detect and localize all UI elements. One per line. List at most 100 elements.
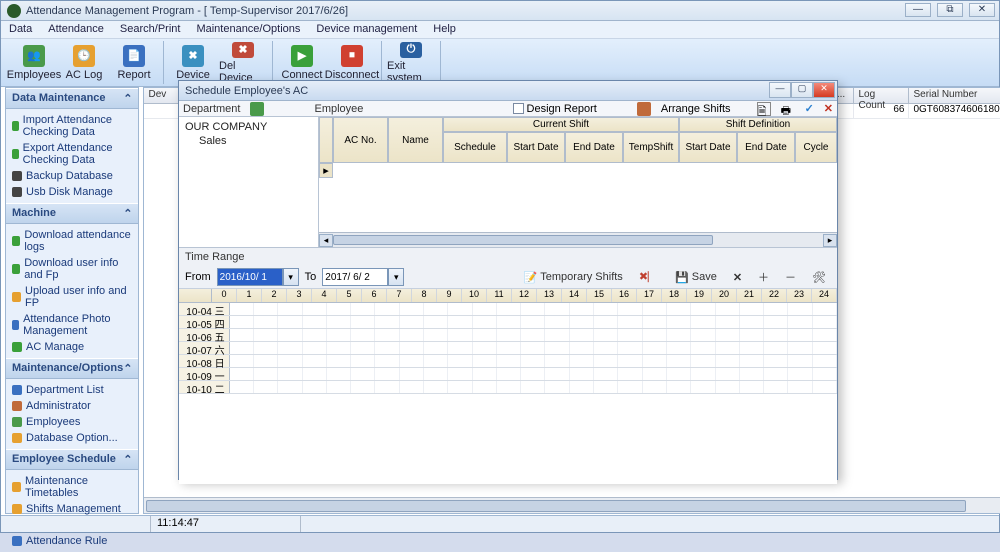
time-cell[interactable] — [351, 303, 375, 315]
side-head-machine[interactable]: Machine⌃ — [6, 203, 138, 224]
employees-button[interactable]: 👥Employees — [9, 41, 59, 85]
col-start-date[interactable]: Start Date — [507, 132, 565, 163]
time-cell[interactable] — [473, 316, 497, 328]
time-cell[interactable] — [303, 342, 327, 354]
time-cell[interactable] — [618, 303, 642, 315]
dialog-maximize-button[interactable]: ▢ — [791, 82, 813, 98]
tree-node-child[interactable]: Sales — [185, 134, 312, 148]
time-cell[interactable] — [813, 316, 837, 328]
time-cell[interactable] — [667, 355, 691, 367]
settings-button[interactable]: 🛠 — [807, 268, 831, 286]
time-cell[interactable] — [448, 355, 472, 367]
time-cell[interactable] — [594, 329, 618, 341]
time-cell[interactable] — [716, 329, 740, 341]
menu-attendance[interactable]: Attendance — [48, 23, 104, 36]
delete-button[interactable]: ✕ — [728, 268, 747, 286]
time-cell[interactable] — [643, 368, 667, 380]
time-cell[interactable] — [570, 329, 594, 341]
time-cell[interactable] — [278, 355, 302, 367]
save-button[interactable]: 💾Save — [670, 268, 722, 286]
time-cell[interactable] — [691, 342, 715, 354]
col-current-shift[interactable]: Current Shift — [443, 117, 679, 132]
time-cell[interactable] — [254, 329, 278, 341]
temporary-shifts-button[interactable]: 📝Temporary Shifts — [519, 268, 628, 286]
time-row[interactable]: 10-09 一 — [179, 368, 837, 381]
time-cell[interactable] — [667, 303, 691, 315]
from-date-dropdown[interactable]: ▾ — [283, 268, 299, 286]
time-cell[interactable] — [813, 368, 837, 380]
time-cell[interactable] — [618, 316, 642, 328]
col-acno[interactable]: AC No. — [333, 117, 388, 163]
time-cell[interactable] — [303, 355, 327, 367]
sidebar-item[interactable]: Administrator — [10, 398, 134, 414]
report-button[interactable]: 📄Report — [109, 41, 159, 85]
col-schedule[interactable]: Schedule — [443, 132, 507, 163]
col-start-date2[interactable]: Start Date — [679, 132, 737, 163]
time-cell[interactable] — [643, 303, 667, 315]
time-cell[interactable] — [788, 355, 812, 367]
time-cell[interactable] — [424, 316, 448, 328]
time-cell[interactable] — [643, 316, 667, 328]
time-cell[interactable] — [521, 316, 545, 328]
time-cell[interactable] — [278, 303, 302, 315]
time-cell[interactable] — [521, 303, 545, 315]
time-cell[interactable] — [813, 342, 837, 354]
col-header[interactable]: Serial Number — [909, 88, 1000, 103]
time-cell[interactable] — [643, 355, 667, 367]
time-cell[interactable] — [691, 355, 715, 367]
time-cell[interactable] — [667, 329, 691, 341]
time-cell[interactable] — [473, 381, 497, 393]
time-cell[interactable] — [303, 368, 327, 380]
time-cell[interactable] — [473, 329, 497, 341]
time-cell[interactable] — [813, 303, 837, 315]
time-cell[interactable] — [230, 342, 254, 354]
sidebar-item[interactable]: Attendance Rule — [10, 533, 134, 549]
time-cell[interactable] — [618, 329, 642, 341]
col-name[interactable]: Name — [388, 117, 443, 163]
time-cell[interactable] — [691, 329, 715, 341]
time-cell[interactable] — [424, 303, 448, 315]
minimize-button[interactable]: — — [905, 3, 931, 17]
time-cell[interactable] — [545, 381, 569, 393]
time-cell[interactable] — [327, 316, 351, 328]
time-cell[interactable] — [303, 329, 327, 341]
time-cell[interactable] — [400, 329, 424, 341]
time-cell[interactable] — [375, 342, 399, 354]
time-cell[interactable] — [545, 342, 569, 354]
time-cell[interactable] — [473, 303, 497, 315]
time-cell[interactable] — [448, 381, 472, 393]
time-cell[interactable] — [400, 355, 424, 367]
time-cell[interactable] — [594, 381, 618, 393]
time-cell[interactable] — [740, 355, 764, 367]
time-cell[interactable] — [473, 355, 497, 367]
time-cell[interactable] — [473, 368, 497, 380]
time-cell[interactable] — [545, 316, 569, 328]
time-cell[interactable] — [594, 355, 618, 367]
time-cell[interactable] — [351, 368, 375, 380]
time-cell[interactable] — [448, 329, 472, 341]
schedule-h-scrollbar[interactable]: ◂ ▸ — [319, 232, 837, 247]
col-temp-shift[interactable]: TempShift — [623, 132, 679, 163]
time-cell[interactable] — [497, 368, 521, 380]
time-cell[interactable] — [400, 316, 424, 328]
time-cell[interactable] — [448, 303, 472, 315]
disconnect-button[interactable]: ⏹Disconnect — [327, 41, 377, 85]
department-icon[interactable] — [250, 102, 264, 116]
to-date-input[interactable] — [322, 268, 388, 286]
time-cell[interactable] — [327, 355, 351, 367]
time-cell[interactable] — [327, 381, 351, 393]
time-cell[interactable] — [813, 381, 837, 393]
time-row[interactable]: 10-05 四 — [179, 316, 837, 329]
time-cell[interactable] — [521, 355, 545, 367]
time-row[interactable]: 10-06 五 — [179, 329, 837, 342]
col-shift-definition[interactable]: Shift Definition — [679, 117, 837, 132]
remove-button[interactable]: － — [780, 268, 801, 286]
time-cell[interactable] — [570, 355, 594, 367]
time-cell[interactable] — [327, 342, 351, 354]
side-head-employee-schedule[interactable]: Employee Schedule⌃ — [6, 449, 138, 470]
time-cell[interactable] — [740, 303, 764, 315]
time-cell[interactable] — [764, 381, 788, 393]
time-cell[interactable] — [230, 368, 254, 380]
time-cell[interactable] — [375, 368, 399, 380]
time-cell[interactable] — [497, 342, 521, 354]
